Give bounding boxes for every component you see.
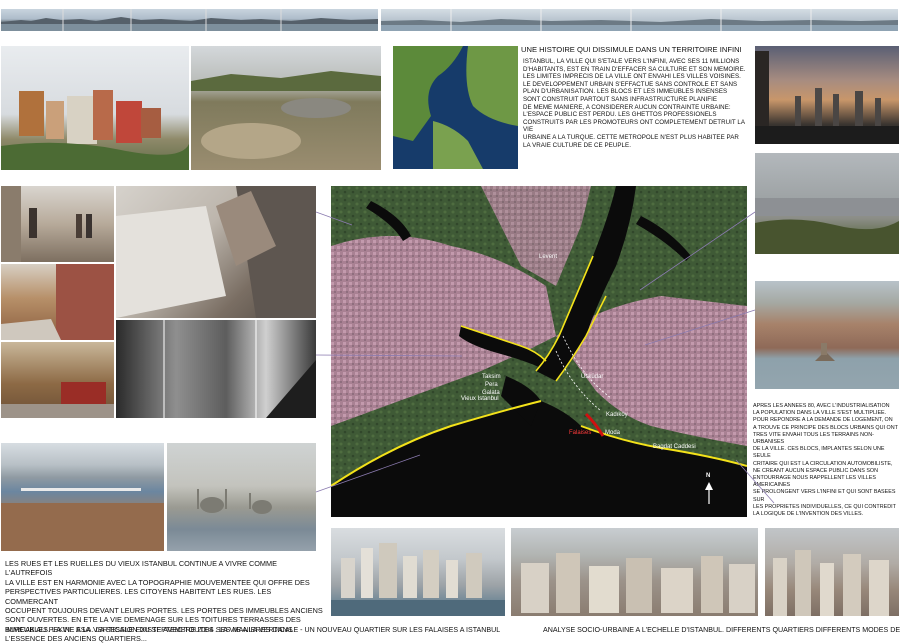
right-text-line: CRITAIRE QUI EST LA CIRCULATION AUTOMOBI… <box>753 460 893 467</box>
intro-line: ISTANBUL, LA VILLE QUI S'ETALE VERS L'IN… <box>523 58 740 65</box>
photo-construction-site <box>191 46 381 170</box>
urban-blocks-paragraph: APRES LES ANNEES 80, AVEC L'INDUSTRIALIS… <box>753 403 899 518</box>
right-text-line: DE LA VILLE. CES BLOCS, IMPLANTES SELON … <box>753 446 885 460</box>
photo-hazy-city <box>755 153 899 254</box>
photo-bw-stairs <box>116 320 316 418</box>
map-label-bagdat-caddesi: Bagdat Caddesi <box>653 444 696 450</box>
left-text-line: PERSPECTIVES PARTICULIERES. LES CITOYENS… <box>5 587 272 606</box>
right-text-line: TRES VITE ENVAHI TOUS LES TERRAINS NON-U… <box>753 431 874 446</box>
right-text-line: APRES LES ANNEES 80, AVEC L'INDUSTRIALIS… <box>753 403 890 409</box>
photo-dense-blocks <box>511 528 758 616</box>
intro-line: L'ESPACE PUBLIC EST PERDU. LES GHETTOS P… <box>523 111 717 119</box>
map-label-moda: Moda <box>605 430 621 436</box>
intro-line: LE DEVELOPPEMENT URBAIN S'EFFACTUE SANS … <box>523 80 738 88</box>
istanbul-satellite-map: Levent Taksim Pera Galata Üsküdar Vieux … <box>331 186 747 517</box>
right-text-line: LA LOGIQUE DE L'INVENTION DES VILLES. <box>753 511 864 518</box>
photo-residential-towers <box>765 528 899 616</box>
left-text-line: LES RUES ET LES RUELLES DU VIEUX ISTANBU… <box>5 559 277 578</box>
photo-street-walkers <box>1 186 114 262</box>
intro-paragraph: ISTANBUL, LA VILLE QUI S'ETALE VERS L'IN… <box>523 58 751 149</box>
right-text-line: ENTOURRAGE NOUS RAPPELLENT LES VILLES AM… <box>753 475 876 489</box>
page-title: UNE HISTOIRE QUI DISSIMULE DANS UN TERRI… <box>521 45 742 54</box>
photo-narrow-alley <box>1 264 114 340</box>
photo-galata-bridge <box>1 443 164 551</box>
panorama-left <box>1 9 378 31</box>
right-text-line: NE CREANT AUCUN ESPACE PUBLIC DANS SON <box>753 467 879 474</box>
photo-apartment-blocks <box>1 46 189 170</box>
map-label-vieux-istanbul: Vieux Istanbul <box>461 396 499 402</box>
intro-line: SONT CONSTRUIT PARTOUT SANS INFRASTRUCTU… <box>523 95 718 103</box>
left-text-line: OCCUPENT TOUJOURS DEVANT LEURS PORTES. L… <box>5 606 323 616</box>
left-text-line: SONT OUVERTES. EN ETE LA VIE DEMENAGE SU… <box>5 615 301 625</box>
map-label-falaises: Falaises <box>569 430 592 436</box>
intro-line: DE MEME MANIERE, A CONSIDERER AUCUN CONT… <box>523 103 731 111</box>
right-text-line: SE PROLONGENT VERS L'INFINI ET QUI SONT … <box>753 489 896 503</box>
photo-mosques-skyline <box>167 443 316 551</box>
map-label-levent: Levent <box>539 254 558 260</box>
map-label-taksim: Taksim <box>482 374 501 380</box>
photo-skyline-sunset <box>755 46 899 144</box>
map-label-uskudar: Üsküdar <box>581 374 604 380</box>
footer-analysis-title: ANALYSE SOCIO-URBAINE A L'ECHELLE D'ISTA… <box>543 626 900 634</box>
right-text-line: LA POPULATION DANS LA VILLE S'EST MULTIP… <box>753 410 887 417</box>
intro-line: URBAINE A LA TURQUE. CETTE METROPOLE N'E… <box>523 133 739 141</box>
right-text-line: A TROUVE CE PRINCIPE DES BLOCS URBAINS Q… <box>753 424 898 431</box>
right-text-line: LES PROPRIETES INDIVIDUELLES, CE QUI CON… <box>753 503 896 510</box>
north-label: N <box>706 473 711 479</box>
photo-wooden-houses <box>1 342 114 418</box>
footer-credits: BURCAK ALI PEKIN . ESA . LA SESSION DU S… <box>5 626 501 634</box>
intro-line: PLAN D'URBANISATION. LES BLOCS ET LES IM… <box>523 88 728 96</box>
map-label-pera: Pera <box>485 382 498 388</box>
right-text-line: POUR REPONDRE A LA DEMANDE DE LOGEMENT, … <box>753 417 893 424</box>
intro-line: D'HABITANTS, EST EN TRAIN D'EFFACER SA C… <box>523 65 746 73</box>
map-label-kadikoy: Kadıköy <box>606 412 628 418</box>
photo-bosphorus-shore <box>755 281 899 389</box>
satellite-region-map <box>393 46 518 169</box>
left-text-line: LA VILLE EST EN HARMONIE AVEC LA TOPOGRA… <box>5 577 310 587</box>
panorama-right <box>381 9 898 31</box>
intro-line: LES LIMITES IMPRECIS DE LA VILLE ONT ENV… <box>523 73 741 81</box>
photo-rooftop-terrace <box>116 186 316 318</box>
intro-line: CONSTRUITS PAR LES PROMOTEURS ONT COMPLE… <box>523 118 745 134</box>
intro-line: LA VRAIE CULTURE DE CE PEUPLE. <box>523 141 631 149</box>
photo-highrise-waterfront <box>331 528 505 616</box>
